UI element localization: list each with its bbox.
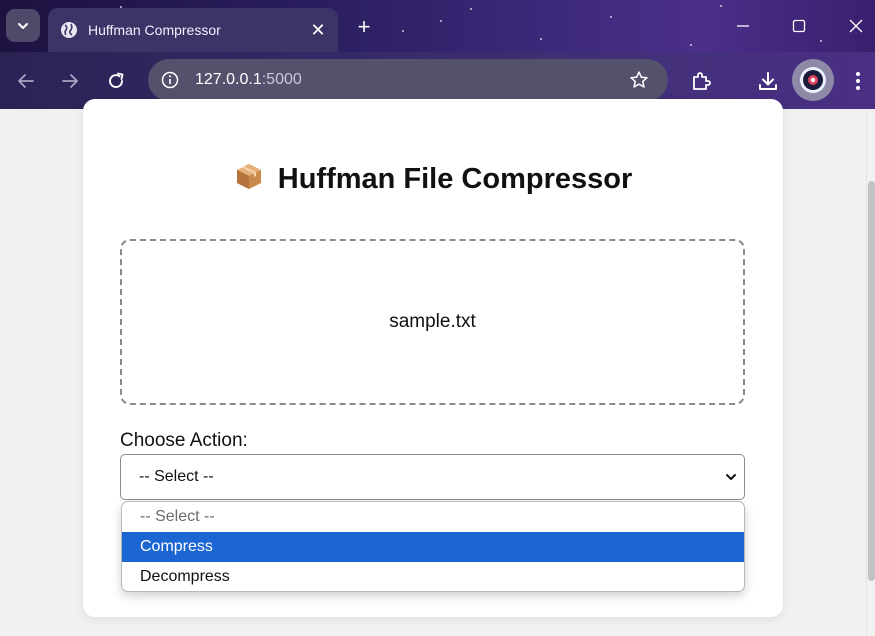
minimize-icon (737, 25, 749, 27)
bookmark-button[interactable] (624, 65, 654, 95)
forward-button[interactable] (57, 68, 83, 94)
star-icon (630, 71, 648, 88)
option-compress[interactable]: Compress (122, 532, 744, 562)
chevron-down-icon (18, 22, 28, 29)
browser-tab[interactable]: Huffman Compressor ✕ (48, 8, 338, 52)
option-decompress[interactable]: Decompress (122, 562, 744, 591)
reload-icon (109, 72, 124, 88)
window-close-button[interactable] (841, 12, 871, 40)
tab-title: Huffman Compressor (88, 22, 221, 38)
background-star (470, 8, 472, 10)
page-scrollbar[interactable] (866, 109, 875, 636)
selected-file-name: sample.txt (389, 311, 476, 332)
background-star (610, 16, 612, 18)
page-title-text: Huffman File Compressor (277, 163, 633, 195)
avatar-icon (800, 67, 826, 93)
url-port: :5000 (261, 71, 302, 88)
background-star (720, 5, 722, 7)
url-host: 127.0.0.1 (195, 71, 262, 88)
back-button[interactable] (13, 68, 39, 94)
url-text[interactable]: 127.0.0.1:5000 (195, 71, 624, 89)
browser-menu-button[interactable] (841, 64, 875, 98)
action-select-value: -- Select -- (139, 468, 214, 485)
chevron-down-icon (718, 471, 744, 483)
download-icon (759, 72, 777, 90)
page-title: Huffman File Compressor (83, 161, 783, 199)
close-icon (849, 19, 863, 33)
reload-button[interactable] (103, 68, 129, 94)
scrollbar-thumb[interactable] (868, 181, 875, 581)
background-star (540, 38, 542, 40)
arrow-left-icon (18, 74, 34, 88)
tab-close-button[interactable]: ✕ (308, 20, 328, 41)
tab-search-button[interactable] (6, 9, 40, 42)
action-dropdown-list: -- Select -- Compress Decompress (121, 501, 745, 592)
more-vertical-icon (856, 72, 860, 90)
option-select-placeholder[interactable]: -- Select -- (122, 502, 744, 532)
browser-titlebar: Huffman Compressor ✕ + (0, 0, 875, 52)
site-info-button[interactable] (153, 63, 187, 97)
downloads-button[interactable] (751, 64, 785, 98)
package-icon (234, 161, 264, 199)
action-label: Choose Action: (120, 430, 248, 451)
address-bar[interactable]: 127.0.0.1:5000 (148, 59, 668, 101)
info-icon (161, 71, 179, 89)
new-tab-button[interactable]: + (352, 14, 376, 40)
maximize-button[interactable] (784, 12, 814, 40)
puzzle-icon (693, 72, 711, 90)
minimize-button[interactable] (728, 12, 758, 40)
extensions-button[interactable] (684, 64, 718, 98)
background-star (440, 20, 442, 22)
file-drop-zone[interactable]: sample.txt (120, 239, 745, 405)
profile-avatar-button[interactable] (792, 59, 834, 101)
background-star (402, 30, 404, 32)
maximize-icon (792, 19, 806, 33)
arrow-right-icon (62, 74, 78, 88)
background-star (690, 44, 692, 46)
globe-icon (61, 22, 77, 38)
background-star (820, 40, 822, 42)
action-select[interactable]: -- Select -- (120, 454, 745, 500)
